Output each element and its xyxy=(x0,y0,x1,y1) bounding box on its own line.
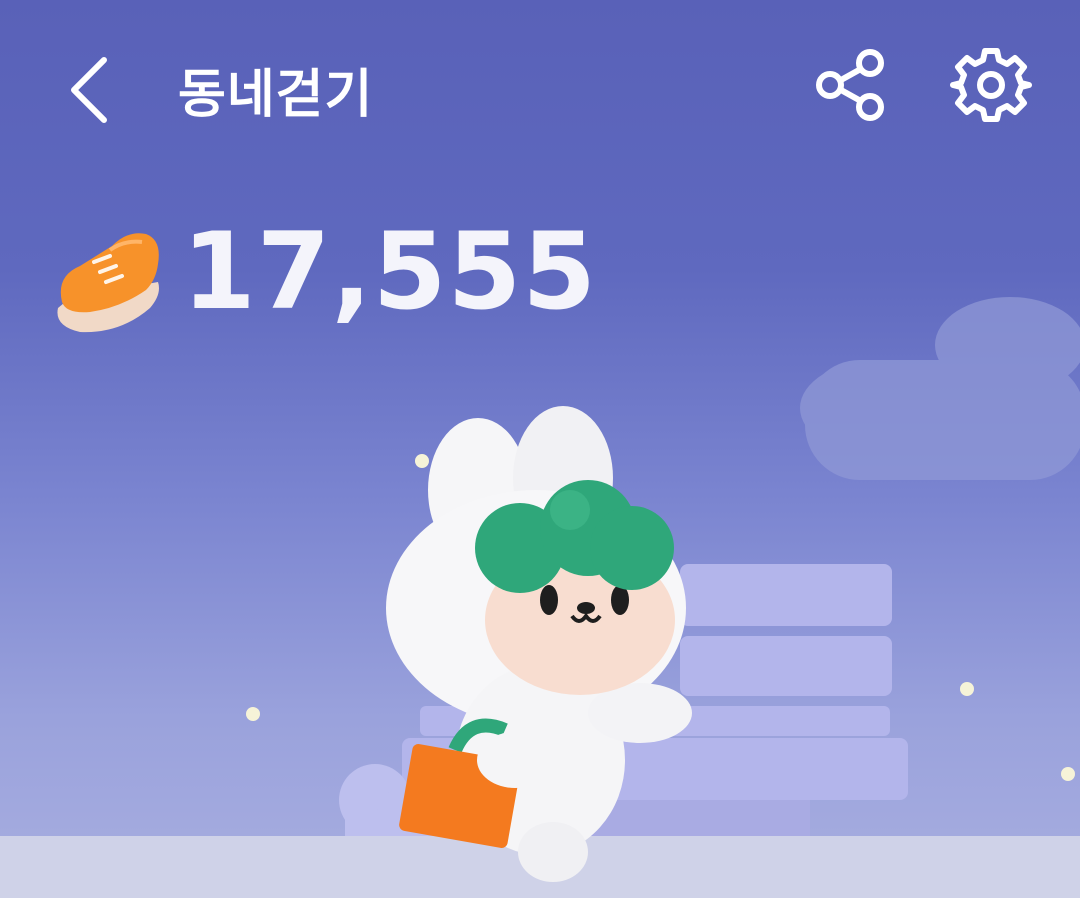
sparkle xyxy=(960,682,974,696)
sparkle xyxy=(1061,767,1075,781)
bench xyxy=(402,564,908,840)
sparkle xyxy=(415,454,429,468)
step-counter: 17,555 xyxy=(50,210,596,340)
step-count: 17,555 xyxy=(182,210,598,333)
leaf-tuft xyxy=(475,480,674,593)
settings-button[interactable] xyxy=(948,42,1034,128)
app-header: 동네걷기 xyxy=(0,0,1080,170)
ground xyxy=(0,836,1080,898)
sparkle xyxy=(246,707,260,721)
share-button[interactable] xyxy=(810,45,890,125)
share-icon xyxy=(816,49,884,121)
gear-icon xyxy=(950,48,1032,122)
chevron-left-icon xyxy=(71,57,107,123)
back-button[interactable] xyxy=(56,50,120,130)
cloud xyxy=(800,297,1080,480)
shoe-icon xyxy=(57,233,159,333)
bush xyxy=(339,764,435,843)
walking-screen: 동네걷기 17,555 xyxy=(0,0,1080,898)
page-title: 동네걷기 xyxy=(178,65,374,125)
